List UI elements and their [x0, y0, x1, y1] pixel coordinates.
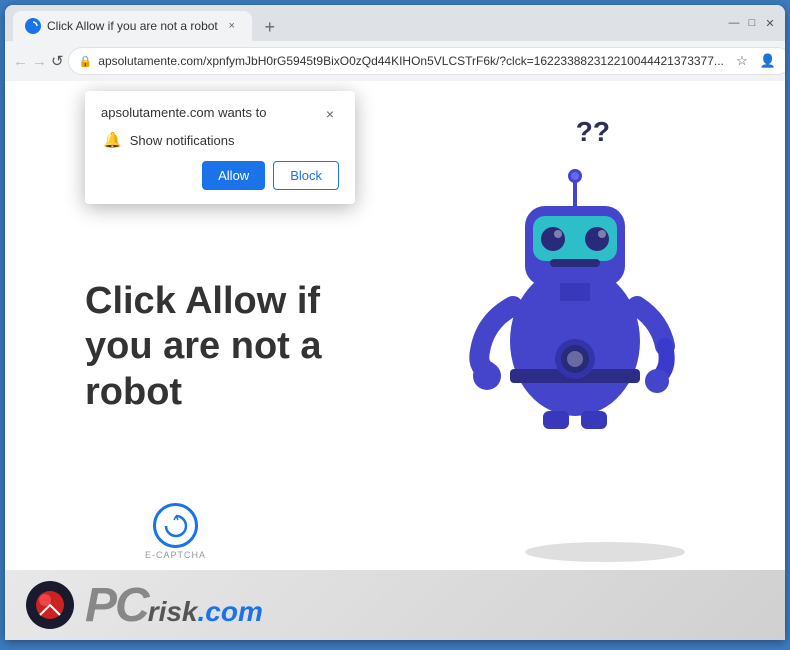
tab-close-button[interactable]: × — [224, 18, 240, 34]
pc-text: PC — [85, 578, 148, 633]
page-content: Click Allow if you are not a robot ?? — [5, 81, 785, 640]
tab-favicon — [25, 18, 41, 34]
popup-title: apsolutamente.com wants to — [101, 105, 266, 120]
ecaptcha-logo: E-CAPTCHA — [145, 503, 206, 560]
pcrisk-logo-icon — [25, 580, 75, 630]
main-heading: Click Allow if you are not a robot — [85, 278, 322, 415]
pcrisk-wordmark: PC risk .com — [85, 578, 263, 633]
ecaptcha-label: E-CAPTCHA — [145, 550, 206, 560]
reload-button[interactable]: ↺ — [51, 47, 64, 75]
forward-button[interactable]: → — [32, 47, 47, 75]
maximize-button[interactable]: □ — [745, 16, 759, 30]
active-tab[interactable]: Click Allow if you are not a robot × — [13, 11, 252, 41]
robot-shadow — [525, 542, 685, 562]
close-button[interactable]: ✕ — [763, 16, 777, 30]
allow-button[interactable]: Allow — [202, 161, 265, 190]
com-text: .com — [198, 596, 263, 628]
bell-icon: 🔔 — [103, 131, 122, 149]
browser-window: Click Allow if you are not a robot × + —… — [5, 5, 785, 640]
notification-label: Show notifications — [130, 133, 235, 148]
address-actions: ☆ 👤 — [730, 49, 780, 73]
popup-close-button[interactable]: × — [321, 105, 339, 123]
address-text: apsolutamente.com/xpnfymJbH0rG5945t9BixO… — [98, 54, 724, 68]
robot-illustration — [445, 111, 725, 451]
tab-title: Click Allow if you are not a robot — [47, 19, 218, 33]
block-button[interactable]: Block — [273, 161, 339, 190]
popup-buttons: Allow Block — [101, 161, 339, 190]
window-controls: — □ ✕ — [727, 16, 777, 30]
back-button[interactable]: ← — [13, 47, 28, 75]
address-bar[interactable]: 🔒 apsolutamente.com/xpnfymJbH0rG5945t9Bi… — [68, 47, 785, 75]
popup-header: apsolutamente.com wants to × — [101, 105, 339, 123]
new-tab-button[interactable]: + — [256, 13, 284, 41]
minimize-button[interactable]: — — [727, 16, 741, 30]
risk-text: risk — [148, 596, 198, 628]
profile-button[interactable]: 👤 — [756, 49, 780, 73]
tab-bar: Click Allow if you are not a robot × + — [13, 5, 727, 41]
ecaptcha-icon — [153, 503, 198, 548]
lock-icon: 🔒 — [79, 55, 93, 68]
popup-notification-row: 🔔 Show notifications — [101, 131, 339, 149]
title-bar: Click Allow if you are not a robot × + —… — [5, 5, 785, 41]
pcrisk-banner: PC risk .com — [5, 570, 785, 640]
address-bar-row: ← → ↺ 🔒 apsolutamente.com/xpnfymJbH0rG59… — [5, 41, 785, 81]
bookmark-button[interactable]: ☆ — [730, 49, 754, 73]
notification-popup: apsolutamente.com wants to × 🔔 Show noti… — [85, 91, 355, 204]
